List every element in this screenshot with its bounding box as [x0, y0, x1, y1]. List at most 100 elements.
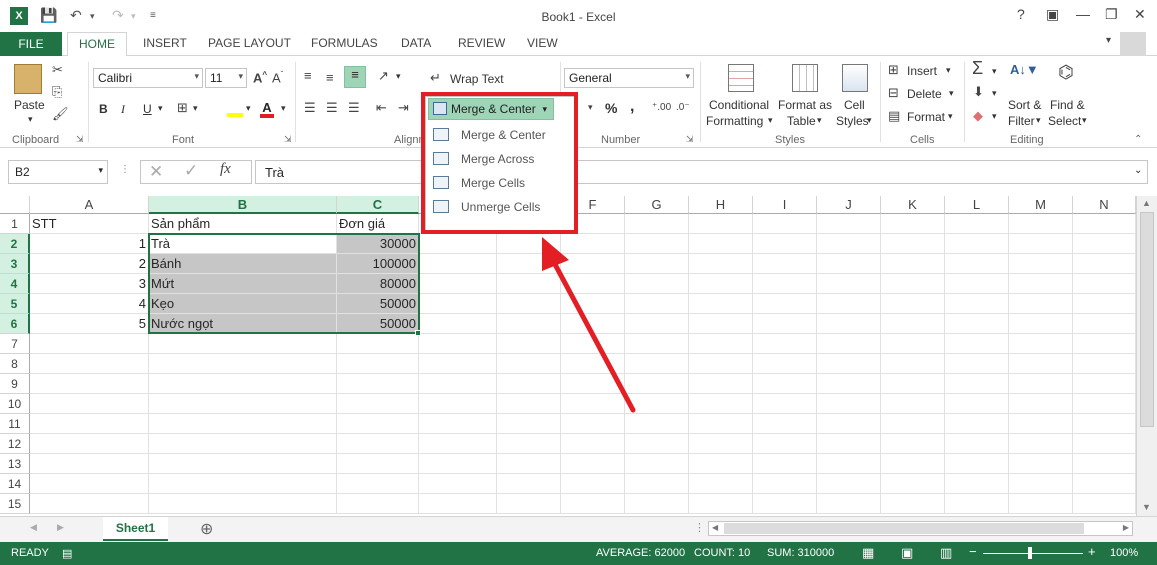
- cell-l5[interactable]: [945, 294, 1009, 314]
- sort-filter-icon[interactable]: A↓▼: [1010, 62, 1039, 77]
- cell-i6[interactable]: [753, 314, 817, 334]
- cell-m12[interactable]: [1009, 434, 1073, 454]
- horizontal-scroll-thumb[interactable]: [724, 523, 1084, 534]
- cell-l10[interactable]: [945, 394, 1009, 414]
- cell-h9[interactable]: [689, 374, 753, 394]
- cell-h10[interactable]: [689, 394, 753, 414]
- borders-dropdown-icon[interactable]: ▾: [193, 103, 198, 114]
- cell-b9[interactable]: [149, 374, 337, 394]
- cell-n15[interactable]: [1073, 494, 1136, 514]
- cell-l4[interactable]: [945, 274, 1009, 294]
- cell-j6[interactable]: [817, 314, 881, 334]
- tab-formulas[interactable]: FORMULAS: [311, 36, 378, 50]
- cell-b15[interactable]: [149, 494, 337, 514]
- cell-k5[interactable]: [881, 294, 945, 314]
- cell-g13[interactable]: [625, 454, 689, 474]
- zoom-out-icon[interactable]: −: [969, 544, 977, 559]
- cell-c14[interactable]: [337, 474, 419, 494]
- cell-c13[interactable]: [337, 454, 419, 474]
- cell-i12[interactable]: [753, 434, 817, 454]
- cell-d12[interactable]: [419, 434, 497, 454]
- normal-view-icon[interactable]: ▦: [862, 545, 874, 561]
- format-as-table-icon[interactable]: [792, 64, 818, 92]
- ribbon-display-button[interactable]: ▣: [1046, 6, 1059, 23]
- cell-m3[interactable]: [1009, 254, 1073, 274]
- cell-h3[interactable]: [689, 254, 753, 274]
- zoom-level[interactable]: 100%: [1110, 547, 1138, 559]
- expand-formula-bar-icon[interactable]: ⌄: [1134, 165, 1142, 176]
- conditional-formatting-icon[interactable]: [728, 64, 754, 92]
- format-cells-button[interactable]: Format: [907, 110, 945, 124]
- scroll-right-icon[interactable]: ▶: [1123, 523, 1129, 532]
- cell-j13[interactable]: [817, 454, 881, 474]
- cell-c15[interactable]: [337, 494, 419, 514]
- cell-f14[interactable]: [561, 474, 625, 494]
- middle-align-icon[interactable]: ≡: [326, 70, 334, 85]
- cell-e14[interactable]: [497, 474, 561, 494]
- row-header-14[interactable]: 14: [0, 474, 30, 494]
- borders-icon[interactable]: ⊞: [177, 100, 188, 116]
- cell-f13[interactable]: [561, 454, 625, 474]
- cell-a6[interactable]: 5: [30, 314, 149, 334]
- comma-button[interactable]: ,: [630, 98, 634, 116]
- cell-c7[interactable]: [337, 334, 419, 354]
- cell-a13[interactable]: [30, 454, 149, 474]
- align-right-icon[interactable]: ☰: [348, 100, 360, 116]
- row-header-12[interactable]: 12: [0, 434, 30, 454]
- accounting-dropdown-icon[interactable]: ▾: [588, 102, 593, 113]
- cell-a5[interactable]: 4: [30, 294, 149, 314]
- cell-k2[interactable]: [881, 234, 945, 254]
- cell-j12[interactable]: [817, 434, 881, 454]
- number-format-combo[interactable]: General ▾: [564, 68, 694, 88]
- decrease-indent-icon[interactable]: ⇤: [376, 100, 387, 116]
- grow-font-icon[interactable]: A^: [253, 70, 267, 85]
- cell-l14[interactable]: [945, 474, 1009, 494]
- cell-h7[interactable]: [689, 334, 753, 354]
- cell-n12[interactable]: [1073, 434, 1136, 454]
- scroll-down-icon[interactable]: ▼: [1142, 502, 1151, 512]
- sort-filter-label-2[interactable]: Filter: [1008, 114, 1035, 128]
- cell-j5[interactable]: [817, 294, 881, 314]
- close-button[interactable]: ✕: [1134, 6, 1146, 23]
- cell-b14[interactable]: [149, 474, 337, 494]
- column-header-c[interactable]: C: [337, 196, 419, 214]
- collapse-ribbon-icon[interactable]: ▾: [1106, 35, 1111, 46]
- cell-m2[interactable]: [1009, 234, 1073, 254]
- cell-k13[interactable]: [881, 454, 945, 474]
- column-header-n[interactable]: N: [1073, 196, 1136, 214]
- tab-home[interactable]: HOME: [67, 32, 127, 57]
- next-sheet-icon[interactable]: ▶: [57, 522, 64, 533]
- row-header-13[interactable]: 13: [0, 454, 30, 474]
- chevron-down-icon[interactable]: ▾: [946, 65, 951, 76]
- cell-j2[interactable]: [817, 234, 881, 254]
- bottom-align-icon[interactable]: ≡: [344, 66, 366, 88]
- cell-c1[interactable]: Đơn giá: [337, 214, 419, 234]
- paste-dropdown-icon[interactable]: ▾: [28, 114, 33, 125]
- cell-c8[interactable]: [337, 354, 419, 374]
- cell-l2[interactable]: [945, 234, 1009, 254]
- italic-button[interactable]: I: [121, 102, 125, 117]
- cell-n1[interactable]: [1073, 214, 1136, 234]
- cell-l13[interactable]: [945, 454, 1009, 474]
- tab-file[interactable]: FILE: [0, 32, 62, 56]
- underline-button[interactable]: U: [143, 102, 152, 116]
- font-size-combo[interactable]: 11 ▾: [205, 68, 247, 88]
- cell-l12[interactable]: [945, 434, 1009, 454]
- shrink-font-icon[interactable]: Aˇ: [272, 70, 283, 85]
- column-header-j[interactable]: J: [817, 196, 881, 214]
- row-header-8[interactable]: 8: [0, 354, 30, 374]
- cut-icon[interactable]: ✂: [52, 62, 63, 78]
- cell-c12[interactable]: [337, 434, 419, 454]
- cell-d8[interactable]: [419, 354, 497, 374]
- format-cells-icon[interactable]: ▤: [888, 108, 900, 124]
- scroll-up-icon[interactable]: ▲: [1142, 198, 1151, 208]
- cell-m10[interactable]: [1009, 394, 1073, 414]
- column-header-h[interactable]: H: [689, 196, 753, 214]
- row-header-3[interactable]: 3: [0, 254, 30, 274]
- cell-k1[interactable]: [881, 214, 945, 234]
- binoculars-icon[interactable]: ⌬: [1058, 62, 1074, 83]
- cell-styles-label-2[interactable]: Styles: [836, 114, 869, 128]
- row-header-15[interactable]: 15: [0, 494, 30, 514]
- font-launcher-icon[interactable]: ⇲: [284, 134, 292, 145]
- cell-m9[interactable]: [1009, 374, 1073, 394]
